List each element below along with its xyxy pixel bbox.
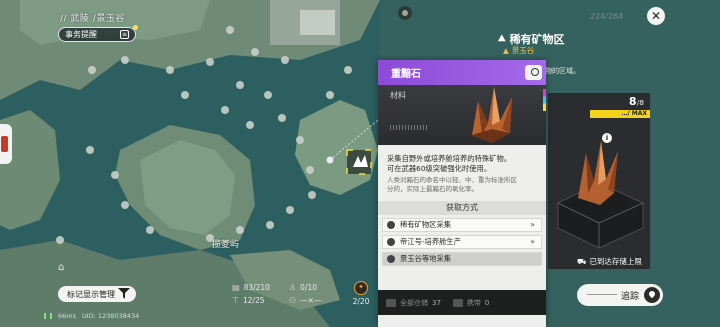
warehouse-icon <box>386 298 396 307</box>
collection-counter[interactable]: ✦ 2/20 <box>347 281 375 306</box>
double-chevron-icon: » <box>530 220 535 229</box>
track-button-divider <box>587 294 617 295</box>
storage-full-text: 已到达存储上限 <box>589 257 642 266</box>
storage-status: ⛟ 已到达存储上限 <box>577 256 642 267</box>
stat-2b: —✕— <box>300 296 322 305</box>
carry-count: 0 <box>484 298 490 307</box>
gate-icon: ⊤ <box>232 296 239 305</box>
coin-icon: ✦ <box>354 281 368 295</box>
breadcrumb: // 武陵 /景玉谷 <box>60 14 125 24</box>
source-icon <box>387 238 395 246</box>
lore-line-1: 人类对黯石的命名中以轻、中、重为标准所区 <box>387 176 517 184</box>
flask-icon: ♙ <box>289 283 297 292</box>
obtain-section-title: 获取方式 <box>378 201 546 215</box>
marker-display-label: 标记显示管理 <box>67 289 115 299</box>
source-label: 帝江号-培养舱生产 <box>400 237 462 246</box>
item-description: 采集自野外或培养舱培养的特殊矿物。 可在武器60级突破强化时使用。 人类对黯石的… <box>378 145 546 194</box>
ore-storage-card[interactable]: 8/8 …/ MAX i ⛟ 已到达存储上限 <box>548 93 650 269</box>
ore-area-icon: ⛰ <box>498 34 506 44</box>
stat-1b: 0/10 <box>300 283 318 292</box>
search-icon[interactable] <box>525 65 542 80</box>
map-place-label: 揽菱屿 <box>212 240 240 250</box>
item-hero: 材料 <box>378 85 546 145</box>
terminal-icon: ▤ <box>232 283 240 292</box>
source-label: 景玉谷等地采集 <box>400 254 452 263</box>
rarity-stripe <box>543 89 546 111</box>
area-subtitle-text: 景玉谷 <box>511 46 535 55</box>
stat-1a: 83/210 <box>243 283 270 292</box>
heavy-ore-icon <box>472 87 512 143</box>
item-name: 重黯石 <box>391 69 421 80</box>
stat-2a: 12/25 <box>242 296 265 305</box>
item-category: 材料 <box>390 91 406 100</box>
resource-stats: ▤ 83/210 ♙ 0/10 ⊤ 12/25 ⚇ —✕— <box>232 281 336 307</box>
uid-text: UID: 1238038434 <box>82 312 140 320</box>
notification-dot <box>133 25 138 30</box>
warehouse-count: 37 <box>432 298 441 307</box>
source-icon <box>387 221 395 229</box>
lore-text: 人类对黯石的命名中以轻、中、重为标准所区 分的，实际上最黯石的氧化率。 <box>387 176 537 194</box>
signal-icon <box>44 313 52 319</box>
area-description: 物的区域。 <box>545 67 580 75</box>
location-pin-icon: ▲ <box>503 46 509 55</box>
track-button[interactable]: 追踪 <box>577 284 663 306</box>
item-detail-popup: 重黯石 材料 采集自野外或培养舱培养的特殊矿物。 可在武器60级突破强化时使用。… <box>378 60 546 327</box>
marker-display-button[interactable]: 标记显示管理 <box>58 286 136 302</box>
task-reminder-label: 事务提醒 <box>65 30 97 39</box>
side-drawer-tab[interactable] <box>0 124 12 164</box>
source-item[interactable]: 帝江号-培养舱生产 » <box>382 235 542 249</box>
warehouse-bar: 全部仓储 37 携带 0 <box>378 290 546 315</box>
lore-line-2: 分的，实际上最黯石的氧化率。 <box>387 185 478 193</box>
track-button-label: 追踪 <box>621 292 640 302</box>
filter-icon <box>118 288 130 299</box>
double-chevron-icon: » <box>530 237 535 246</box>
task-reminder-button[interactable]: 事务提醒 ≡ <box>58 25 138 42</box>
source-label: 稀有矿物区采集 <box>400 220 452 229</box>
desc-line-1: 采集自野外或培养舱培养的特殊矿物。 <box>387 154 512 163</box>
map-layer-icon[interactable]: ⌂ <box>58 262 74 276</box>
map-pin-icon <box>644 287 660 303</box>
source-item[interactable]: 稀有矿物区采集 » <box>382 218 542 232</box>
top-counter-faint: 224/264 <box>590 12 624 21</box>
collection-count: 2/20 <box>352 297 370 306</box>
source-item[interactable]: 景玉谷等地采集 <box>382 252 542 266</box>
ping-text: 66ms <box>58 312 76 320</box>
task-list-icon: ≡ <box>120 30 129 39</box>
status-bar: 66ms UID: 1238038434 <box>44 312 139 320</box>
close-button[interactable]: ✕ <box>647 7 665 25</box>
storage-full-icon: ⛟ <box>577 256 587 266</box>
source-icon <box>387 255 395 263</box>
desc-line-2: 可在武器60级突破强化时使用。 <box>387 164 492 173</box>
warehouse-label: 全部仓储 <box>400 298 428 307</box>
ore-pedestal-image <box>557 141 644 249</box>
carry-label: 携带 <box>466 298 481 307</box>
carry-icon <box>452 298 463 307</box>
people-icon: ⚇ <box>289 296 297 305</box>
barcode-decoration <box>390 125 428 130</box>
area-subtitle: ▲ 景玉谷 <box>503 45 534 56</box>
